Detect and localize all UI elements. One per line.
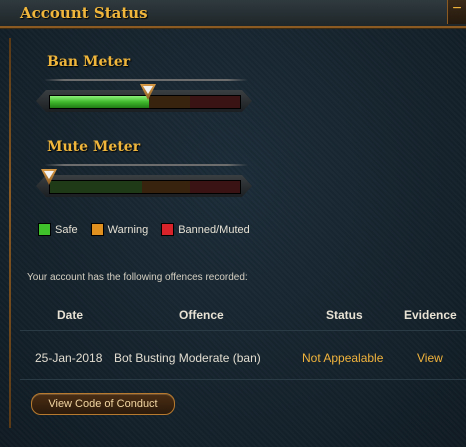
legend-label: Safe <box>55 223 78 236</box>
offence-name: Bot Busting Moderate (ban) <box>114 351 261 365</box>
ban-meter-banned-zone <box>190 96 240 108</box>
legend-label: Warning <box>107 223 149 236</box>
appeal-status-link[interactable]: Not Appealable <box>302 331 383 385</box>
column-header-status: Status <box>326 308 363 322</box>
banned-swatch-icon <box>161 223 175 236</box>
collapse-button[interactable]: − <box>447 0 466 24</box>
offences-table-header: Date Offence Status Evidence <box>20 300 466 331</box>
warning-swatch-icon <box>90 223 104 236</box>
offences-intro: Your account has the following offences … <box>27 272 248 283</box>
mute-meter-safe-zone <box>50 181 142 193</box>
panel-divider <box>9 38 11 428</box>
ban-meter <box>36 90 252 112</box>
table-row: 25-Jan-2018 Bot Busting Moderate (ban) N… <box>20 331 466 380</box>
account-status-header: Account Status − <box>0 0 466 28</box>
column-header-date: Date <box>57 308 84 322</box>
mute-meter-rail <box>44 164 248 166</box>
ban-meter-track <box>49 95 241 109</box>
legend-item-warning: Warning <box>90 223 149 236</box>
ban-meter-fill <box>50 96 149 108</box>
mute-meter-track <box>49 180 241 194</box>
meter-legend: Safe Warning Banned/Muted <box>38 223 263 236</box>
offence-date: 25-Jan-2018 <box>35 351 103 365</box>
ban-meter-rail <box>44 79 248 81</box>
ban-meter-title: Ban Meter <box>47 54 131 70</box>
legend-item-banned: Banned/Muted <box>161 223 250 236</box>
mute-meter-banned-zone <box>190 181 240 193</box>
minus-icon: − <box>452 0 462 17</box>
ban-meter-warning-zone <box>142 96 190 108</box>
column-header-evidence: Evidence <box>404 308 457 322</box>
legend-label: Banned/Muted <box>178 223 250 236</box>
column-header-offence: Offence <box>179 308 224 322</box>
mute-meter <box>36 175 252 197</box>
legend-item-safe: Safe <box>38 223 78 236</box>
mute-meter-title: Mute Meter <box>47 139 141 155</box>
view-code-of-conduct-button[interactable]: View Code of Conduct <box>31 393 175 415</box>
page-title: Account Status <box>20 4 148 22</box>
evidence-view-link[interactable]: View <box>417 331 443 385</box>
safe-swatch-icon <box>38 223 51 236</box>
mute-meter-warning-zone <box>142 181 190 193</box>
